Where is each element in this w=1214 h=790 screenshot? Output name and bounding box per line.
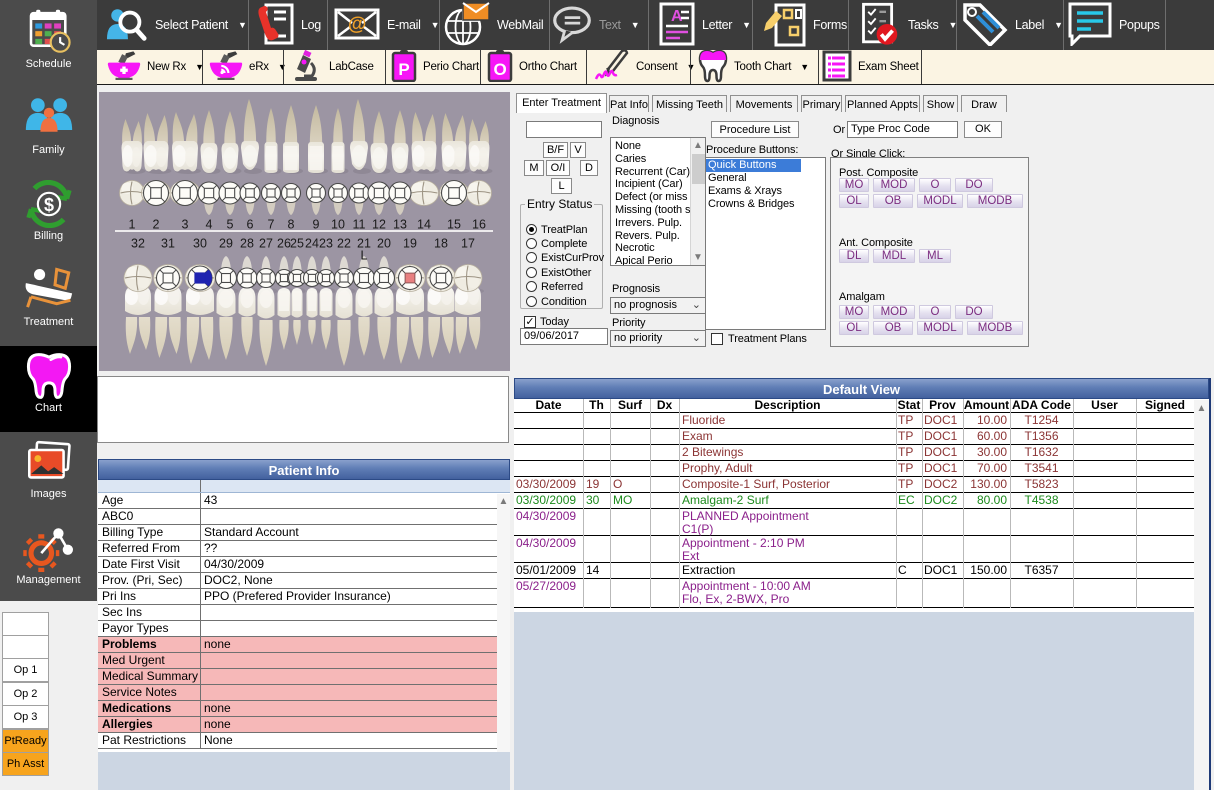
svg-text:L: L [361, 249, 368, 263]
svg-text:@: @ [348, 14, 366, 35]
svg-text:29: 29 [219, 237, 233, 251]
svg-text:$: $ [43, 195, 53, 215]
svg-text:23: 23 [319, 237, 333, 251]
svg-text:3: 3 [182, 218, 189, 232]
svg-text:24: 24 [305, 237, 319, 251]
svg-text:18: 18 [434, 237, 448, 251]
svg-text:28: 28 [240, 237, 254, 251]
svg-text:4: 4 [206, 218, 213, 232]
svg-text:19: 19 [403, 237, 417, 251]
svg-text:11: 11 [353, 218, 366, 232]
svg-text:O: O [493, 60, 506, 79]
svg-text:16: 16 [472, 218, 486, 232]
svg-text:22: 22 [337, 237, 351, 251]
svg-text:13: 13 [393, 218, 407, 232]
svg-text:1: 1 [129, 218, 136, 232]
svg-text:17: 17 [461, 237, 475, 251]
svg-text:2: 2 [153, 218, 160, 232]
svg-text:20: 20 [377, 237, 391, 251]
svg-text:32: 32 [131, 237, 145, 251]
svg-text:6: 6 [247, 218, 254, 232]
svg-text:9: 9 [313, 218, 320, 232]
svg-text:12: 12 [372, 218, 386, 232]
svg-text:26: 26 [277, 237, 291, 251]
svg-text:30: 30 [193, 237, 207, 251]
svg-text:A: A [671, 8, 683, 25]
svg-text:31: 31 [161, 237, 175, 251]
svg-text:14: 14 [417, 218, 431, 232]
svg-text:5: 5 [227, 218, 234, 232]
svg-text:7: 7 [268, 218, 275, 232]
svg-text:10: 10 [331, 218, 345, 232]
svg-text:27: 27 [259, 237, 273, 251]
svg-text:25: 25 [290, 237, 304, 251]
svg-text:8: 8 [288, 218, 295, 232]
svg-text:P: P [398, 60, 409, 79]
svg-text:15: 15 [447, 218, 461, 232]
